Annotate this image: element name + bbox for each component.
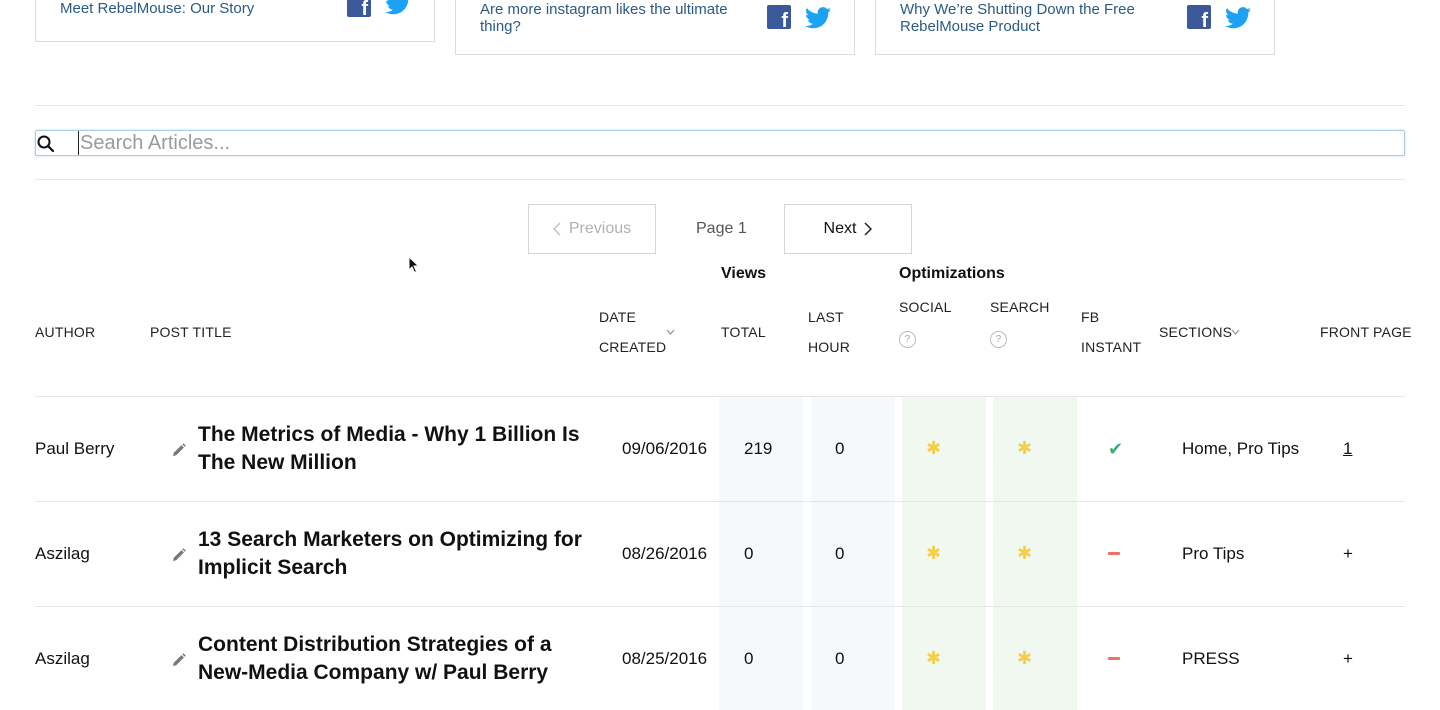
social-star-icon[interactable]: ✱	[926, 543, 941, 564]
dash-icon[interactable]	[1108, 552, 1120, 555]
story-card-1[interactable]: Meet RebelMouse: Our Story f	[35, 0, 435, 42]
divider	[35, 105, 1405, 106]
search-column-shade	[993, 396, 1077, 710]
search-icon	[37, 135, 55, 153]
author-header[interactable]: AUTHOR	[35, 317, 95, 347]
story-card-3[interactable]: Why We’re Shutting Down the Free RebelMo…	[875, 0, 1275, 55]
twitter-icon[interactable]	[385, 0, 411, 15]
row-divider	[35, 606, 1405, 607]
front-page-header[interactable]: FRONT PAGE	[1320, 317, 1412, 347]
mouse-cursor-icon	[408, 256, 420, 274]
previous-label: Previous	[568, 220, 632, 237]
fb-instant-header-line1: FB	[1081, 309, 1100, 325]
row-date: 08/25/2016	[622, 649, 708, 668]
story-card-title[interactable]: Are more instagram likes the ultimate th…	[480, 1, 765, 35]
search-header-label: SEARCH	[990, 299, 1050, 315]
social-header-label: SOCIAL	[899, 299, 952, 315]
post-title-header[interactable]: POST TITLE	[150, 317, 232, 347]
social-column-shade	[902, 396, 986, 710]
date-created-header-line1: DATE	[599, 309, 637, 325]
row-last-hour: 0	[835, 544, 845, 563]
row-date: 08/26/2016	[622, 544, 708, 563]
row-divider	[35, 501, 1405, 502]
row-post-title[interactable]: The Metrics of Media - Why 1 Billion Is …	[198, 421, 598, 477]
story-card-2[interactable]: Are more instagram likes the ultimate th…	[455, 0, 855, 55]
question-icon[interactable]: ?	[899, 331, 916, 348]
check-icon[interactable]: ✔	[1108, 439, 1123, 460]
social-star-icon[interactable]: ✱	[926, 648, 941, 669]
divider	[35, 179, 1405, 180]
previous-page-button[interactable]: Previous	[528, 204, 656, 254]
last-hour-column-shade	[811, 396, 895, 710]
fb-instant-header-line2: INSTANT	[1081, 339, 1142, 355]
row-divider	[35, 396, 1405, 397]
views-group-header: Views	[721, 265, 767, 282]
question-icon[interactable]: ?	[990, 331, 1007, 348]
next-label: Next	[823, 220, 857, 237]
date-created-header-line2: CREATED	[599, 339, 667, 355]
story-card-title[interactable]: Meet RebelMouse: Our Story	[60, 0, 350, 17]
row-total-views: 0	[744, 649, 754, 668]
row-author[interactable]: Aszilag	[35, 544, 90, 564]
chevron-down-icon[interactable]	[1231, 329, 1240, 335]
social-star-icon[interactable]: ✱	[926, 438, 941, 459]
search-header[interactable]: SEARCH ?	[990, 292, 1050, 352]
page-indicator: Page 1	[696, 220, 747, 237]
last-hour-header-line2: HOUR	[808, 339, 851, 355]
search-star-icon[interactable]: ✱	[1017, 543, 1032, 564]
facebook-icon[interactable]: f	[1187, 5, 1211, 31]
pencil-icon[interactable]	[172, 443, 186, 457]
row-total-views: 219	[744, 439, 773, 458]
last-hour-header[interactable]: LAST HOUR	[808, 302, 850, 362]
social-header[interactable]: SOCIAL ?	[899, 292, 952, 352]
search-input[interactable]	[78, 131, 1398, 155]
date-created-header[interactable]: DATE CREATED	[599, 302, 666, 362]
row-sections[interactable]: Home, Pro Tips	[1182, 439, 1299, 459]
story-card-title[interactable]: Why We’re Shutting Down the Free RebelMo…	[900, 1, 1185, 35]
row-author[interactable]: Aszilag	[35, 649, 90, 669]
fb-instant-header[interactable]: FB INSTANT	[1081, 302, 1141, 362]
row-front-page[interactable]: +	[1343, 544, 1353, 564]
pencil-icon[interactable]	[172, 548, 186, 562]
search-bar[interactable]	[35, 130, 1405, 156]
chevron-down-icon[interactable]	[666, 329, 675, 335]
search-star-icon[interactable]: ✱	[1017, 438, 1032, 459]
row-front-page[interactable]: +	[1343, 649, 1353, 669]
chevron-left-icon	[552, 222, 561, 236]
optimizations-group-header: Optimizations	[899, 265, 1005, 282]
sections-header[interactable]: SECTIONS	[1159, 317, 1232, 347]
chevron-right-icon	[864, 222, 873, 236]
row-sections[interactable]: PRESS	[1182, 649, 1240, 669]
total-header[interactable]: TOTAL	[721, 317, 766, 347]
row-front-page[interactable]: 1	[1343, 439, 1352, 459]
twitter-icon[interactable]	[805, 7, 831, 29]
row-total-views: 0	[744, 544, 754, 563]
facebook-icon[interactable]: f	[347, 0, 371, 19]
row-sections[interactable]: Pro Tips	[1182, 544, 1244, 564]
facebook-icon[interactable]: f	[767, 5, 791, 31]
pencil-icon[interactable]	[172, 653, 186, 667]
dash-icon[interactable]	[1108, 657, 1120, 660]
last-hour-header-line1: LAST	[808, 309, 844, 325]
row-last-hour: 0	[835, 649, 845, 668]
row-date: 09/06/2016	[622, 439, 708, 458]
row-author[interactable]: Paul Berry	[35, 439, 114, 459]
row-post-title[interactable]: 13 Search Marketers on Optimizing for Im…	[198, 526, 598, 582]
next-page-button[interactable]: Next	[784, 204, 912, 254]
twitter-icon[interactable]	[1225, 7, 1251, 29]
row-last-hour: 0	[835, 439, 845, 458]
search-star-icon[interactable]: ✱	[1017, 648, 1032, 669]
row-post-title[interactable]: Content Distribution Strategies of a New…	[198, 631, 598, 687]
